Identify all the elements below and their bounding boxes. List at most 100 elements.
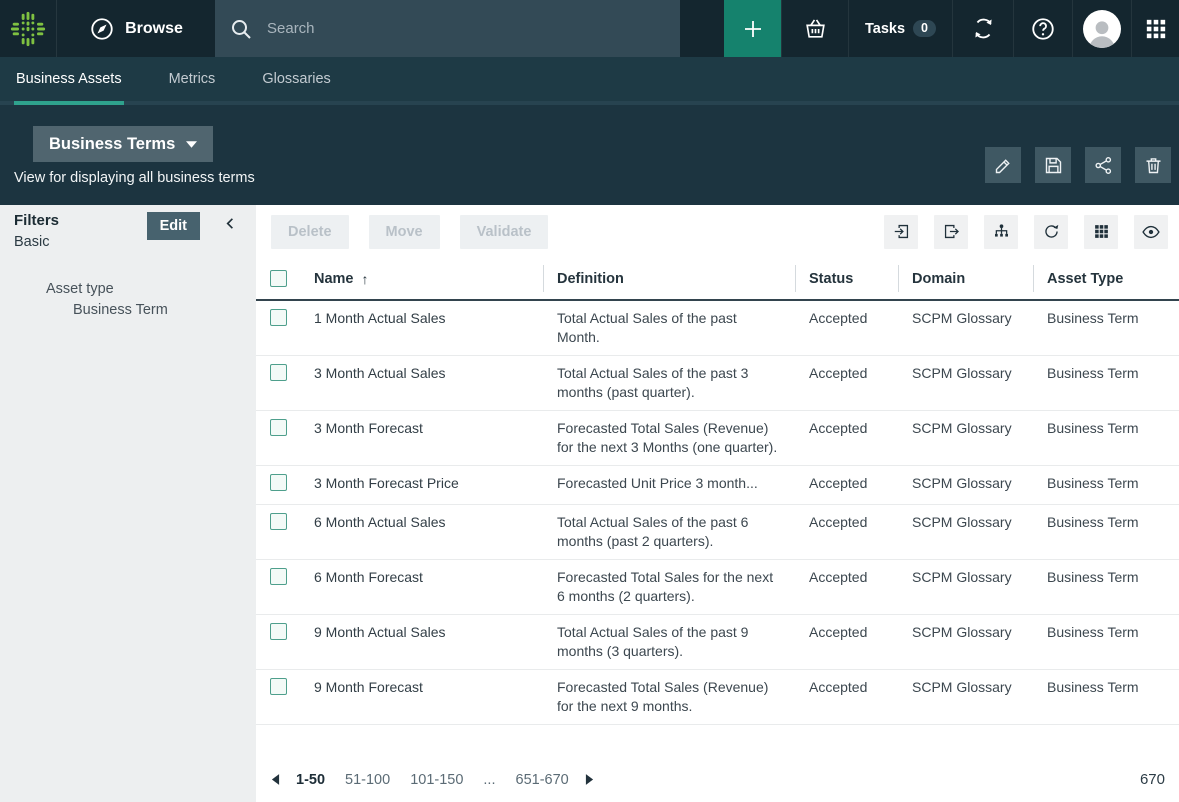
asset-name-cell[interactable]: 3 Month Actual Sales xyxy=(300,356,543,410)
tab-metrics[interactable]: Metrics xyxy=(167,57,218,105)
edit-filters-button[interactable]: Edit xyxy=(147,212,200,240)
global-search[interactable] xyxy=(215,0,680,57)
filter-value: Business Term xyxy=(73,302,168,318)
app-launcher-button[interactable] xyxy=(1131,0,1179,57)
row-checkbox[interactable] xyxy=(270,568,287,585)
browse-menu-button[interactable]: Browse xyxy=(57,0,215,57)
definition-cell: Forecasted Unit Price 3 month... xyxy=(543,466,795,504)
column-header-domain[interactable]: Domain xyxy=(898,258,1033,299)
hierarchy-icon xyxy=(992,222,1011,241)
domain-cell: SCPM Glossary xyxy=(898,411,1033,465)
page-range-last[interactable]: 651-670 xyxy=(516,772,569,788)
asset-type-cell: Business Term xyxy=(1033,615,1179,669)
plus-icon xyxy=(741,17,765,41)
help-button[interactable] xyxy=(1013,0,1072,57)
search-icon xyxy=(229,17,253,41)
import-button[interactable] xyxy=(884,215,918,249)
view-options-button[interactable] xyxy=(1134,215,1168,249)
help-icon xyxy=(1030,16,1056,42)
asset-name-cell[interactable]: 1 Month Actual Sales xyxy=(300,301,543,355)
compass-icon xyxy=(89,16,115,42)
view-title-dropdown[interactable]: Business Terms xyxy=(33,126,213,162)
activities-button[interactable] xyxy=(952,0,1013,57)
column-label: Definition xyxy=(557,271,624,287)
content-area: Filters Basic Edit Asset type Business T… xyxy=(0,205,1179,802)
asset-name-cell[interactable]: 3 Month Forecast Price xyxy=(300,466,543,504)
user-menu-button[interactable] xyxy=(1072,0,1131,57)
next-page-button[interactable] xyxy=(579,770,600,789)
search-input[interactable] xyxy=(267,20,666,37)
asset-name-cell[interactable]: 9 Month Actual Sales xyxy=(300,615,543,669)
tab-label: Metrics xyxy=(169,71,216,87)
definition-cell: Total Actual Sales of the past 9 months … xyxy=(543,615,795,669)
save-view-button[interactable] xyxy=(1035,147,1071,183)
status-cell: Accepted xyxy=(795,411,898,465)
column-header-status[interactable]: Status xyxy=(795,258,898,299)
hierarchy-button[interactable] xyxy=(984,215,1018,249)
tab-label: Business Assets xyxy=(16,71,122,87)
asset-type-cell: Business Term xyxy=(1033,356,1179,410)
asset-type-cell: Business Term xyxy=(1033,411,1179,465)
select-all-checkbox[interactable] xyxy=(270,270,287,287)
row-checkbox[interactable] xyxy=(270,513,287,530)
column-header-name[interactable]: Name ↑ xyxy=(300,258,543,299)
tab-business-assets[interactable]: Business Assets xyxy=(14,57,124,105)
asset-name-cell[interactable]: 9 Month Forecast xyxy=(300,670,543,724)
table-header-row: Name ↑ Definition Status Domain Asset Ty… xyxy=(256,258,1179,301)
row-checkbox[interactable] xyxy=(270,623,287,640)
app-grid-icon xyxy=(1145,18,1167,40)
page-range-2[interactable]: 51-100 xyxy=(345,772,390,788)
asset-name-cell[interactable]: 6 Month Forecast xyxy=(300,560,543,614)
domain-cell: SCPM Glossary xyxy=(898,505,1033,559)
data-basket-button[interactable] xyxy=(781,0,848,57)
arrow-right-icon xyxy=(585,774,594,785)
top-navigation-bar: Browse Tasks 0 xyxy=(0,0,1179,57)
move-button[interactable]: Move xyxy=(369,215,440,249)
tasks-button[interactable]: Tasks 0 xyxy=(848,0,952,57)
tasks-label: Tasks xyxy=(865,21,905,37)
row-select-cell xyxy=(256,301,300,355)
asset-name-cell[interactable]: 6 Month Actual Sales xyxy=(300,505,543,559)
row-checkbox[interactable] xyxy=(270,309,287,326)
export-icon xyxy=(942,222,961,241)
previous-page-button[interactable] xyxy=(265,770,286,789)
page-range-3[interactable]: 101-150 xyxy=(410,772,463,788)
delete-view-button[interactable] xyxy=(1135,147,1171,183)
collibra-logo[interactable] xyxy=(0,0,57,57)
table-row: 3 Month Forecast Forecasted Total Sales … xyxy=(256,411,1179,466)
column-header-definition[interactable]: Definition xyxy=(543,258,795,299)
avatar xyxy=(1083,10,1121,48)
view-title: Business Terms xyxy=(49,135,175,154)
sort-ascending-icon[interactable]: ↑ xyxy=(362,271,369,287)
table-row: 3 Month Actual Sales Total Actual Sales … xyxy=(256,356,1179,411)
refresh-button[interactable] xyxy=(1034,215,1068,249)
row-checkbox[interactable] xyxy=(270,678,287,695)
delete-button[interactable]: Delete xyxy=(271,215,349,249)
asset-name-cell[interactable]: 3 Month Forecast xyxy=(300,411,543,465)
row-checkbox[interactable] xyxy=(270,419,287,436)
table-row: 1 Month Actual Sales Total Actual Sales … xyxy=(256,301,1179,356)
arrow-left-icon xyxy=(271,774,280,785)
table-body: 1 Month Actual Sales Total Actual Sales … xyxy=(256,301,1179,725)
tab-glossaries[interactable]: Glossaries xyxy=(260,57,333,105)
row-checkbox[interactable] xyxy=(270,474,287,491)
columns-grid-button[interactable] xyxy=(1084,215,1118,249)
create-asset-button[interactable] xyxy=(724,0,781,57)
page-range-1[interactable]: 1-50 xyxy=(296,772,325,788)
grid-icon xyxy=(1093,223,1110,240)
row-checkbox[interactable] xyxy=(270,364,287,381)
view-subtitle: View for displaying all business terms xyxy=(14,170,255,186)
collapse-sidebar-button[interactable] xyxy=(223,216,238,231)
pagination-bar: 1-50 51-100 101-150 ... 651-670 670 xyxy=(256,757,1179,802)
edit-view-button[interactable] xyxy=(985,147,1021,183)
status-cell: Accepted xyxy=(795,670,898,724)
domain-cell: SCPM Glossary xyxy=(898,466,1033,504)
definition-cell: Total Actual Sales of the past 6 months … xyxy=(543,505,795,559)
export-button[interactable] xyxy=(934,215,968,249)
column-header-asset-type[interactable]: Asset Type xyxy=(1033,258,1179,299)
row-select-cell xyxy=(256,505,300,559)
validate-button[interactable]: Validate xyxy=(460,215,549,249)
share-view-button[interactable] xyxy=(1085,147,1121,183)
status-cell: Accepted xyxy=(795,615,898,669)
person-silhouette-icon xyxy=(1085,16,1119,48)
